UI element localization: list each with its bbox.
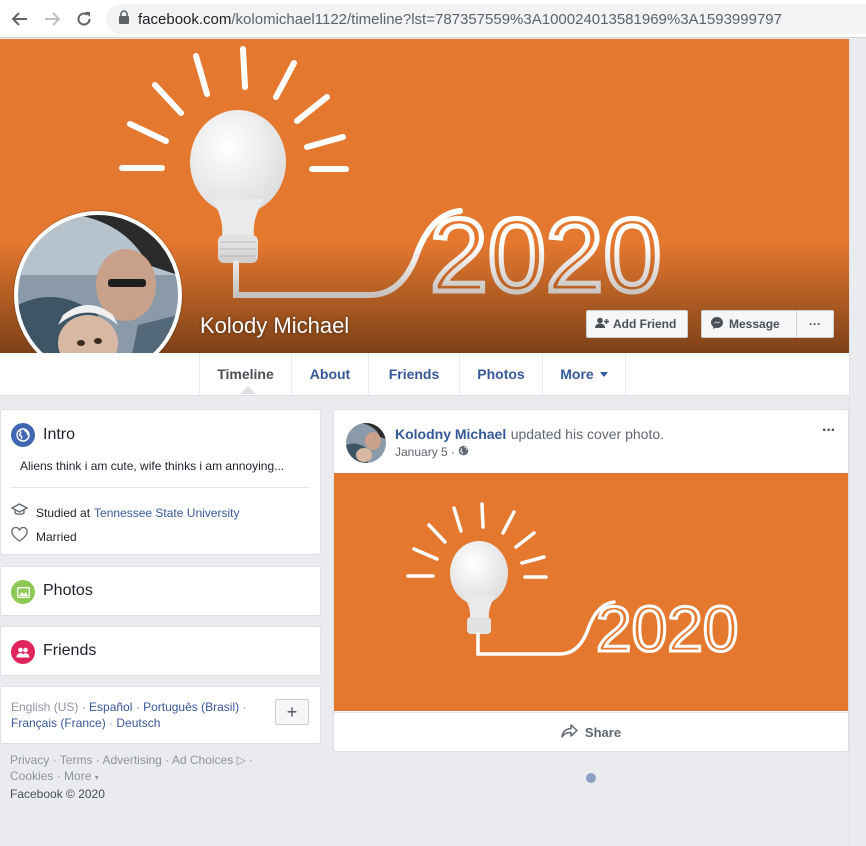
back-arrow-icon[interactable]: [10, 9, 30, 29]
post-action-text: updated his cover photo.: [510, 426, 665, 442]
plus-icon: +: [286, 701, 298, 722]
lock-icon: [118, 9, 130, 29]
footer-line-2: Cookies · More ▾: [10, 769, 99, 783]
ad-choices-icon: ▷: [236, 753, 246, 767]
post-image-year-text: 2020: [596, 593, 738, 665]
footer-more-link[interactable]: More: [64, 769, 91, 783]
advertising-link[interactable]: Advertising: [102, 753, 161, 767]
avatar: [18, 215, 178, 375]
language-link[interactable]: Português (Brasil): [143, 700, 239, 714]
forward-arrow-icon[interactable]: [42, 9, 62, 29]
message-button[interactable]: Message: [701, 310, 797, 338]
relationship-status: Married: [36, 530, 77, 544]
profile-tab-bar: Timeline About Friends Photos More: [0, 353, 849, 396]
post-date[interactable]: January 5: [395, 445, 448, 459]
add-language-button[interactable]: +: [275, 699, 309, 725]
education-row: Studied at Tennessee State University: [10, 503, 239, 522]
lightbulb-illustration: 2020: [406, 502, 740, 667]
graduation-cap-icon: [10, 503, 29, 522]
tab-photos[interactable]: Photos: [459, 353, 542, 395]
url-text: facebook.com/kolomichael1122/timeline?ls…: [138, 11, 782, 28]
post-header: Kolodny Michael updated his cover photo.: [395, 426, 664, 444]
language-card: English (US) · Español · Português (Bras…: [0, 686, 321, 744]
more-dots-icon: ···: [809, 317, 821, 331]
language-list: English (US) · Español · Português (Bras…: [11, 700, 247, 730]
post-cover-image[interactable]: 2020: [334, 473, 848, 711]
site-footer: Privacy · Terms · Advertising · Ad Choic…: [10, 752, 310, 802]
page-right-edge: [849, 39, 866, 846]
active-tab-indicator: [240, 386, 256, 394]
heart-icon: [11, 526, 29, 547]
post-meta: January 5 ·: [395, 445, 469, 459]
url-domain: facebook.com: [138, 10, 232, 28]
share-button[interactable]: Share: [334, 712, 848, 752]
add-friend-icon: [595, 317, 609, 332]
timeline-post: Kolodny Michael updated his cover photo.…: [333, 409, 849, 752]
studied-at-label: Studied at: [36, 505, 91, 520]
school-link[interactable]: Tennessee State University: [94, 506, 239, 520]
tab-label: Friends: [388, 366, 440, 382]
add-friend-label: Add Friend: [613, 317, 677, 331]
globe-icon: [11, 423, 35, 447]
post-author-avatar[interactable]: [346, 423, 386, 463]
globe-icon: [458, 445, 469, 459]
intro-title: Intro: [43, 426, 76, 443]
intro-card: Intro Aliens think i am cute, wife think…: [0, 409, 321, 555]
browser-toolbar: facebook.com/kolomichael1122/timeline?ls…: [0, 0, 866, 38]
message-label: Message: [729, 317, 780, 331]
url-path: /kolomichael1122/timeline?lst=787357559%…: [231, 10, 782, 28]
privacy-link[interactable]: Privacy: [10, 753, 49, 767]
address-bar[interactable]: facebook.com/kolomichael1122/timeline?ls…: [106, 4, 866, 34]
tab-friends[interactable]: Friends: [368, 353, 459, 395]
tab-label: More: [560, 366, 594, 382]
friends-icon: [11, 640, 35, 664]
loading-indicator: [586, 773, 596, 783]
tab-about[interactable]: About: [291, 353, 368, 395]
messenger-icon: [710, 316, 724, 333]
footer-line-1: Privacy · Terms · Advertising · Ad Choic…: [10, 753, 254, 767]
copyright-text: Facebook © 2020: [10, 787, 105, 801]
ad-choices-link[interactable]: Ad Choices: [172, 753, 233, 767]
caret-down-icon: [599, 371, 608, 377]
photos-card[interactable]: Photos: [0, 566, 321, 616]
reload-icon[interactable]: [74, 9, 94, 29]
tab-more[interactable]: More: [542, 353, 626, 395]
share-label: Share: [584, 725, 622, 740]
friends-card-title[interactable]: Friends: [43, 642, 96, 660]
current-language: English (US): [11, 700, 79, 714]
intro-bio: Aliens think i am cute, wife thinks i am…: [20, 459, 285, 473]
caret-down-icon: ▾: [94, 773, 99, 782]
language-link[interactable]: Español: [89, 700, 132, 714]
language-link[interactable]: Français (France): [11, 716, 106, 730]
profile-more-button[interactable]: ···: [796, 310, 834, 338]
post-menu-button[interactable]: ···: [822, 422, 836, 440]
language-link[interactable]: Deutsch: [116, 716, 160, 730]
friends-card[interactable]: Friends: [0, 626, 321, 676]
terms-link[interactable]: Terms: [60, 753, 93, 767]
photo-icon: [11, 580, 35, 604]
add-friend-button[interactable]: Add Friend: [586, 310, 688, 338]
tab-label: Timeline: [217, 366, 274, 382]
post-author-link[interactable]: Kolodny Michael: [395, 426, 506, 442]
photos-card-title[interactable]: Photos: [43, 582, 93, 600]
profile-name[interactable]: Kolody Michael: [200, 313, 349, 339]
cookies-link[interactable]: Cookies: [10, 769, 53, 783]
relationship-row: Married: [11, 526, 77, 547]
tab-label: About: [309, 366, 351, 382]
more-dots-icon: ···: [822, 422, 836, 439]
tab-label: Photos: [477, 366, 525, 382]
intro-divider: [11, 487, 309, 488]
share-icon: [561, 724, 579, 741]
